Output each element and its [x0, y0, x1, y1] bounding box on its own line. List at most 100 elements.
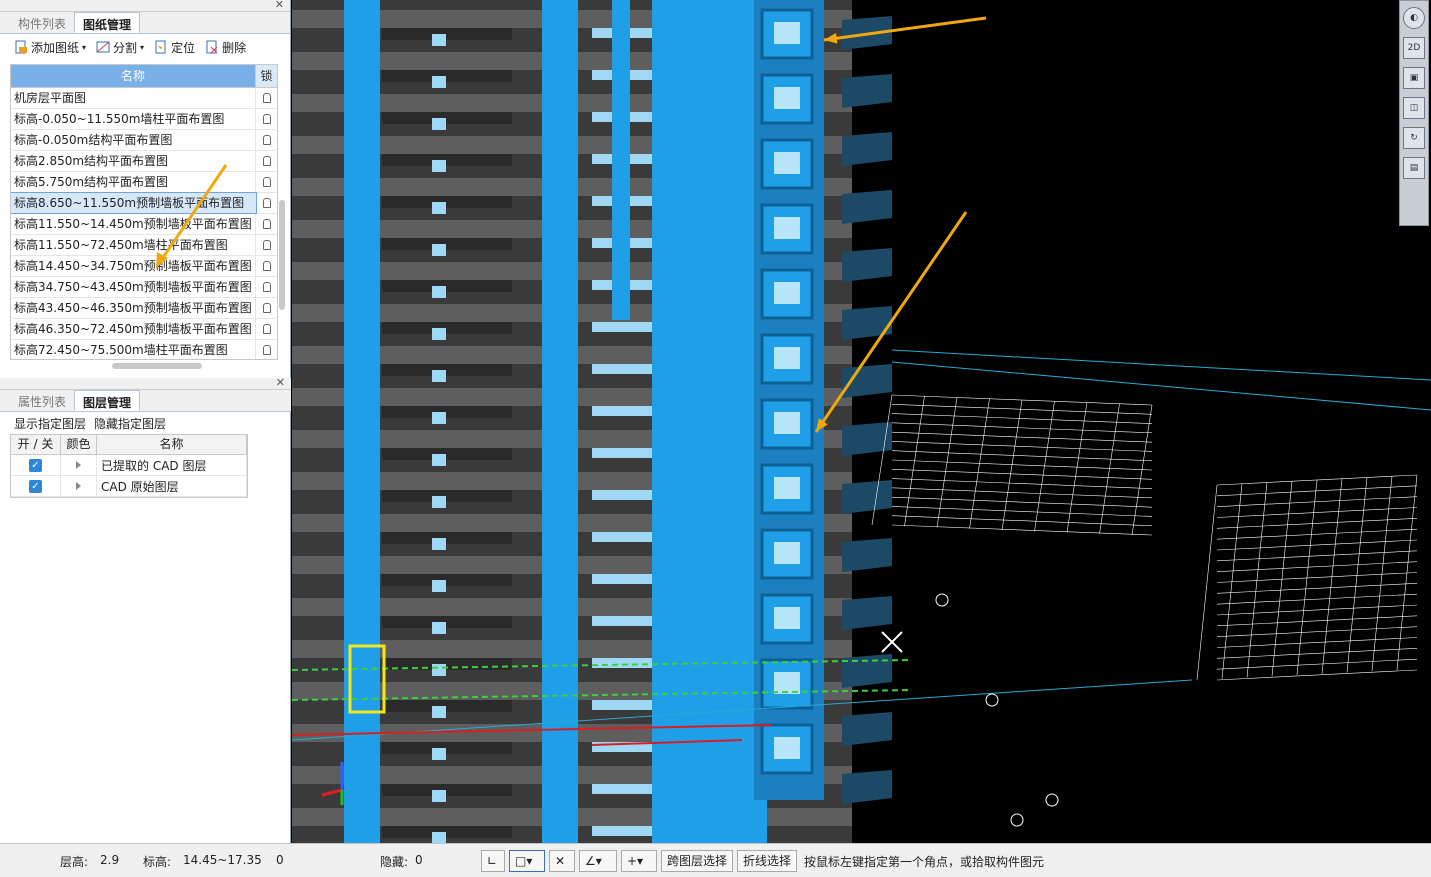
tab-property-list[interactable]: 属性列表 — [10, 390, 74, 411]
lock-icon[interactable] — [262, 93, 271, 103]
layout-icon[interactable]: ▤ — [1403, 157, 1425, 179]
cad-line — [891, 349, 1431, 381]
layer-table-header: 开 / 关 颜色 名称 — [11, 435, 247, 455]
layer-visible-checkbox[interactable]: ✓ — [29, 458, 42, 472]
lock-icon[interactable] — [262, 198, 271, 208]
window-glass — [592, 448, 652, 458]
wall-column — [542, 0, 578, 843]
window-glass — [592, 532, 652, 542]
drawing-list-horizontal-scrollbar[interactable] — [112, 363, 202, 369]
lock-cell[interactable] — [256, 298, 277, 318]
drawing-row[interactable]: 标高34.750~43.450m预制墙板平面布置图 — [11, 277, 277, 298]
delete-label: 删除 — [222, 40, 247, 55]
lock-cell[interactable] — [256, 88, 277, 108]
drawing-row[interactable]: 标高46.350~72.450m预制墙板平面布置图 — [11, 319, 277, 340]
tab-component-list[interactable]: 构件列表 — [10, 12, 74, 33]
tab-drawing-management[interactable]: 图纸管理 — [74, 12, 141, 33]
show-layer-link[interactable]: 显示指定图层 — [14, 415, 86, 432]
dropdown-arrow-icon[interactable]: ▾ — [140, 43, 144, 52]
layer-panel: ✕ 属性列表 图层管理 显示指定图层 隐藏指定图层 开 / 关 颜色 名称 ✓ … — [0, 376, 291, 498]
polyline-select-button[interactable]: 折线选择 — [737, 850, 798, 872]
axis-bubble — [985, 693, 999, 707]
cad-table-lines — [1216, 626, 1418, 637]
cad-table-lines — [1216, 528, 1418, 540]
lock-icon[interactable] — [262, 303, 271, 313]
hide-layer-link[interactable]: 隐藏指定图层 — [94, 415, 166, 432]
drawing-row[interactable]: 标高-0.050~11.550m墙柱平面布置图 — [11, 109, 277, 130]
lock-icon[interactable] — [262, 135, 271, 145]
window-glass — [432, 286, 446, 298]
drawing-list-vertical-scrollbar[interactable] — [279, 200, 285, 310]
drawing-row[interactable]: 标高11.550~14.450m预制墙板平面布置图 — [11, 214, 277, 235]
lock-icon[interactable] — [262, 261, 271, 271]
box-view-icon[interactable]: ◫ — [1403, 97, 1425, 119]
drawing-row[interactable]: 标高72.450~75.500m墙柱平面布置图 — [11, 340, 277, 359]
tab-layer-management[interactable]: 图层管理 — [74, 390, 141, 411]
cube-view-icon[interactable]: ▣ — [1403, 67, 1425, 89]
cad-table-lines — [891, 450, 1153, 462]
expand-triangle-icon[interactable] — [76, 461, 81, 469]
close-icon[interactable]: ✕ — [276, 376, 285, 389]
add-drawing-button[interactable]: 添加图纸 ▾ — [14, 39, 86, 56]
lock-icon[interactable] — [262, 114, 271, 124]
ortho-icon[interactable]: ∟ — [481, 850, 505, 872]
angle-icon[interactable]: ∠▾ — [579, 850, 617, 872]
cad-table-lines — [891, 403, 1153, 415]
layer-row[interactable]: ✓ CAD 原始图层 — [11, 476, 247, 497]
axis-bubble — [1010, 813, 1024, 827]
window-glass — [432, 496, 446, 508]
building-model-view[interactable] — [292, 0, 1431, 843]
dropdown-arrow-icon[interactable]: ▾ — [82, 43, 86, 52]
lock-cell[interactable] — [256, 109, 277, 129]
rotate-icon[interactable]: ↻ — [1403, 127, 1425, 149]
cad-table-lines — [891, 506, 1153, 517]
lock-cell[interactable] — [256, 130, 277, 150]
window-glass — [592, 322, 652, 332]
orbit-sphere-icon[interactable]: ◐ — [1403, 7, 1425, 29]
lock-cell[interactable] — [256, 151, 277, 171]
cross-select-icon[interactable]: ✕ — [549, 850, 575, 872]
drawing-row[interactable]: 标高11.550~72.450m墙柱平面布置图 — [11, 235, 277, 256]
locate-button[interactable]: 定位 — [154, 39, 195, 56]
lock-icon[interactable] — [262, 282, 271, 292]
lock-cell[interactable] — [256, 193, 277, 213]
drawing-row[interactable]: 标高8.650~11.550m预制墙板平面布置图 — [11, 192, 277, 214]
3d-viewport[interactable]: ◐ 2D ▣ ◫ ↻ ▤ — [292, 0, 1431, 843]
delete-button[interactable]: 删除 — [205, 39, 246, 56]
cad-table-lines — [1216, 604, 1418, 616]
split-button[interactable]: 分割 ▾ — [96, 39, 144, 56]
cad-table-lines — [891, 431, 1153, 443]
rect-select-icon[interactable]: □▾ — [509, 850, 545, 872]
drawing-row[interactable]: 标高2.850m结构平面布置图 — [11, 151, 277, 172]
lock-cell[interactable] — [256, 319, 277, 339]
drawing-row[interactable]: 标高5.750m结构平面布置图 — [11, 172, 277, 193]
cad-table-lines — [1216, 658, 1418, 670]
layer-visible-checkbox[interactable]: ✓ — [29, 479, 42, 493]
lock-cell[interactable] — [256, 340, 277, 359]
lock-icon[interactable] — [262, 345, 271, 355]
view-2d-button[interactable]: 2D — [1403, 37, 1425, 59]
drawing-row[interactable]: 标高-0.050m结构平面布置图 — [11, 130, 277, 151]
lock-icon[interactable] — [262, 324, 271, 334]
wall-column — [344, 0, 380, 843]
layer-row[interactable]: ✓ 已提取的 CAD 图层 — [11, 455, 247, 476]
lock-cell[interactable] — [256, 214, 277, 234]
lock-cell[interactable] — [256, 256, 277, 276]
lock-icon[interactable] — [262, 240, 271, 250]
drawing-row[interactable]: 标高14.450~34.750m预制墙板平面布置图 — [11, 256, 277, 277]
balcony-slab — [842, 422, 892, 456]
snap-icon[interactable]: +▾ — [621, 850, 657, 872]
lock-cell[interactable] — [256, 235, 277, 255]
lock-icon[interactable] — [262, 219, 271, 229]
lock-icon[interactable] — [262, 156, 271, 166]
name-column-header[interactable]: 名称 — [11, 65, 256, 87]
close-icon[interactable]: ✕ — [275, 0, 284, 11]
lock-icon[interactable] — [262, 177, 271, 187]
lock-cell[interactable] — [256, 277, 277, 297]
drawing-row[interactable]: 标高43.450~46.350m预制墙板平面布置图 — [11, 298, 277, 319]
expand-triangle-icon[interactable] — [76, 482, 81, 490]
cross-layer-select-button[interactable]: 跨图层选择 — [661, 850, 734, 872]
drawing-row[interactable]: 机房层平面图 — [11, 88, 277, 109]
lock-cell[interactable] — [256, 172, 277, 192]
lock-column-header[interactable]: 锁 — [256, 65, 277, 87]
